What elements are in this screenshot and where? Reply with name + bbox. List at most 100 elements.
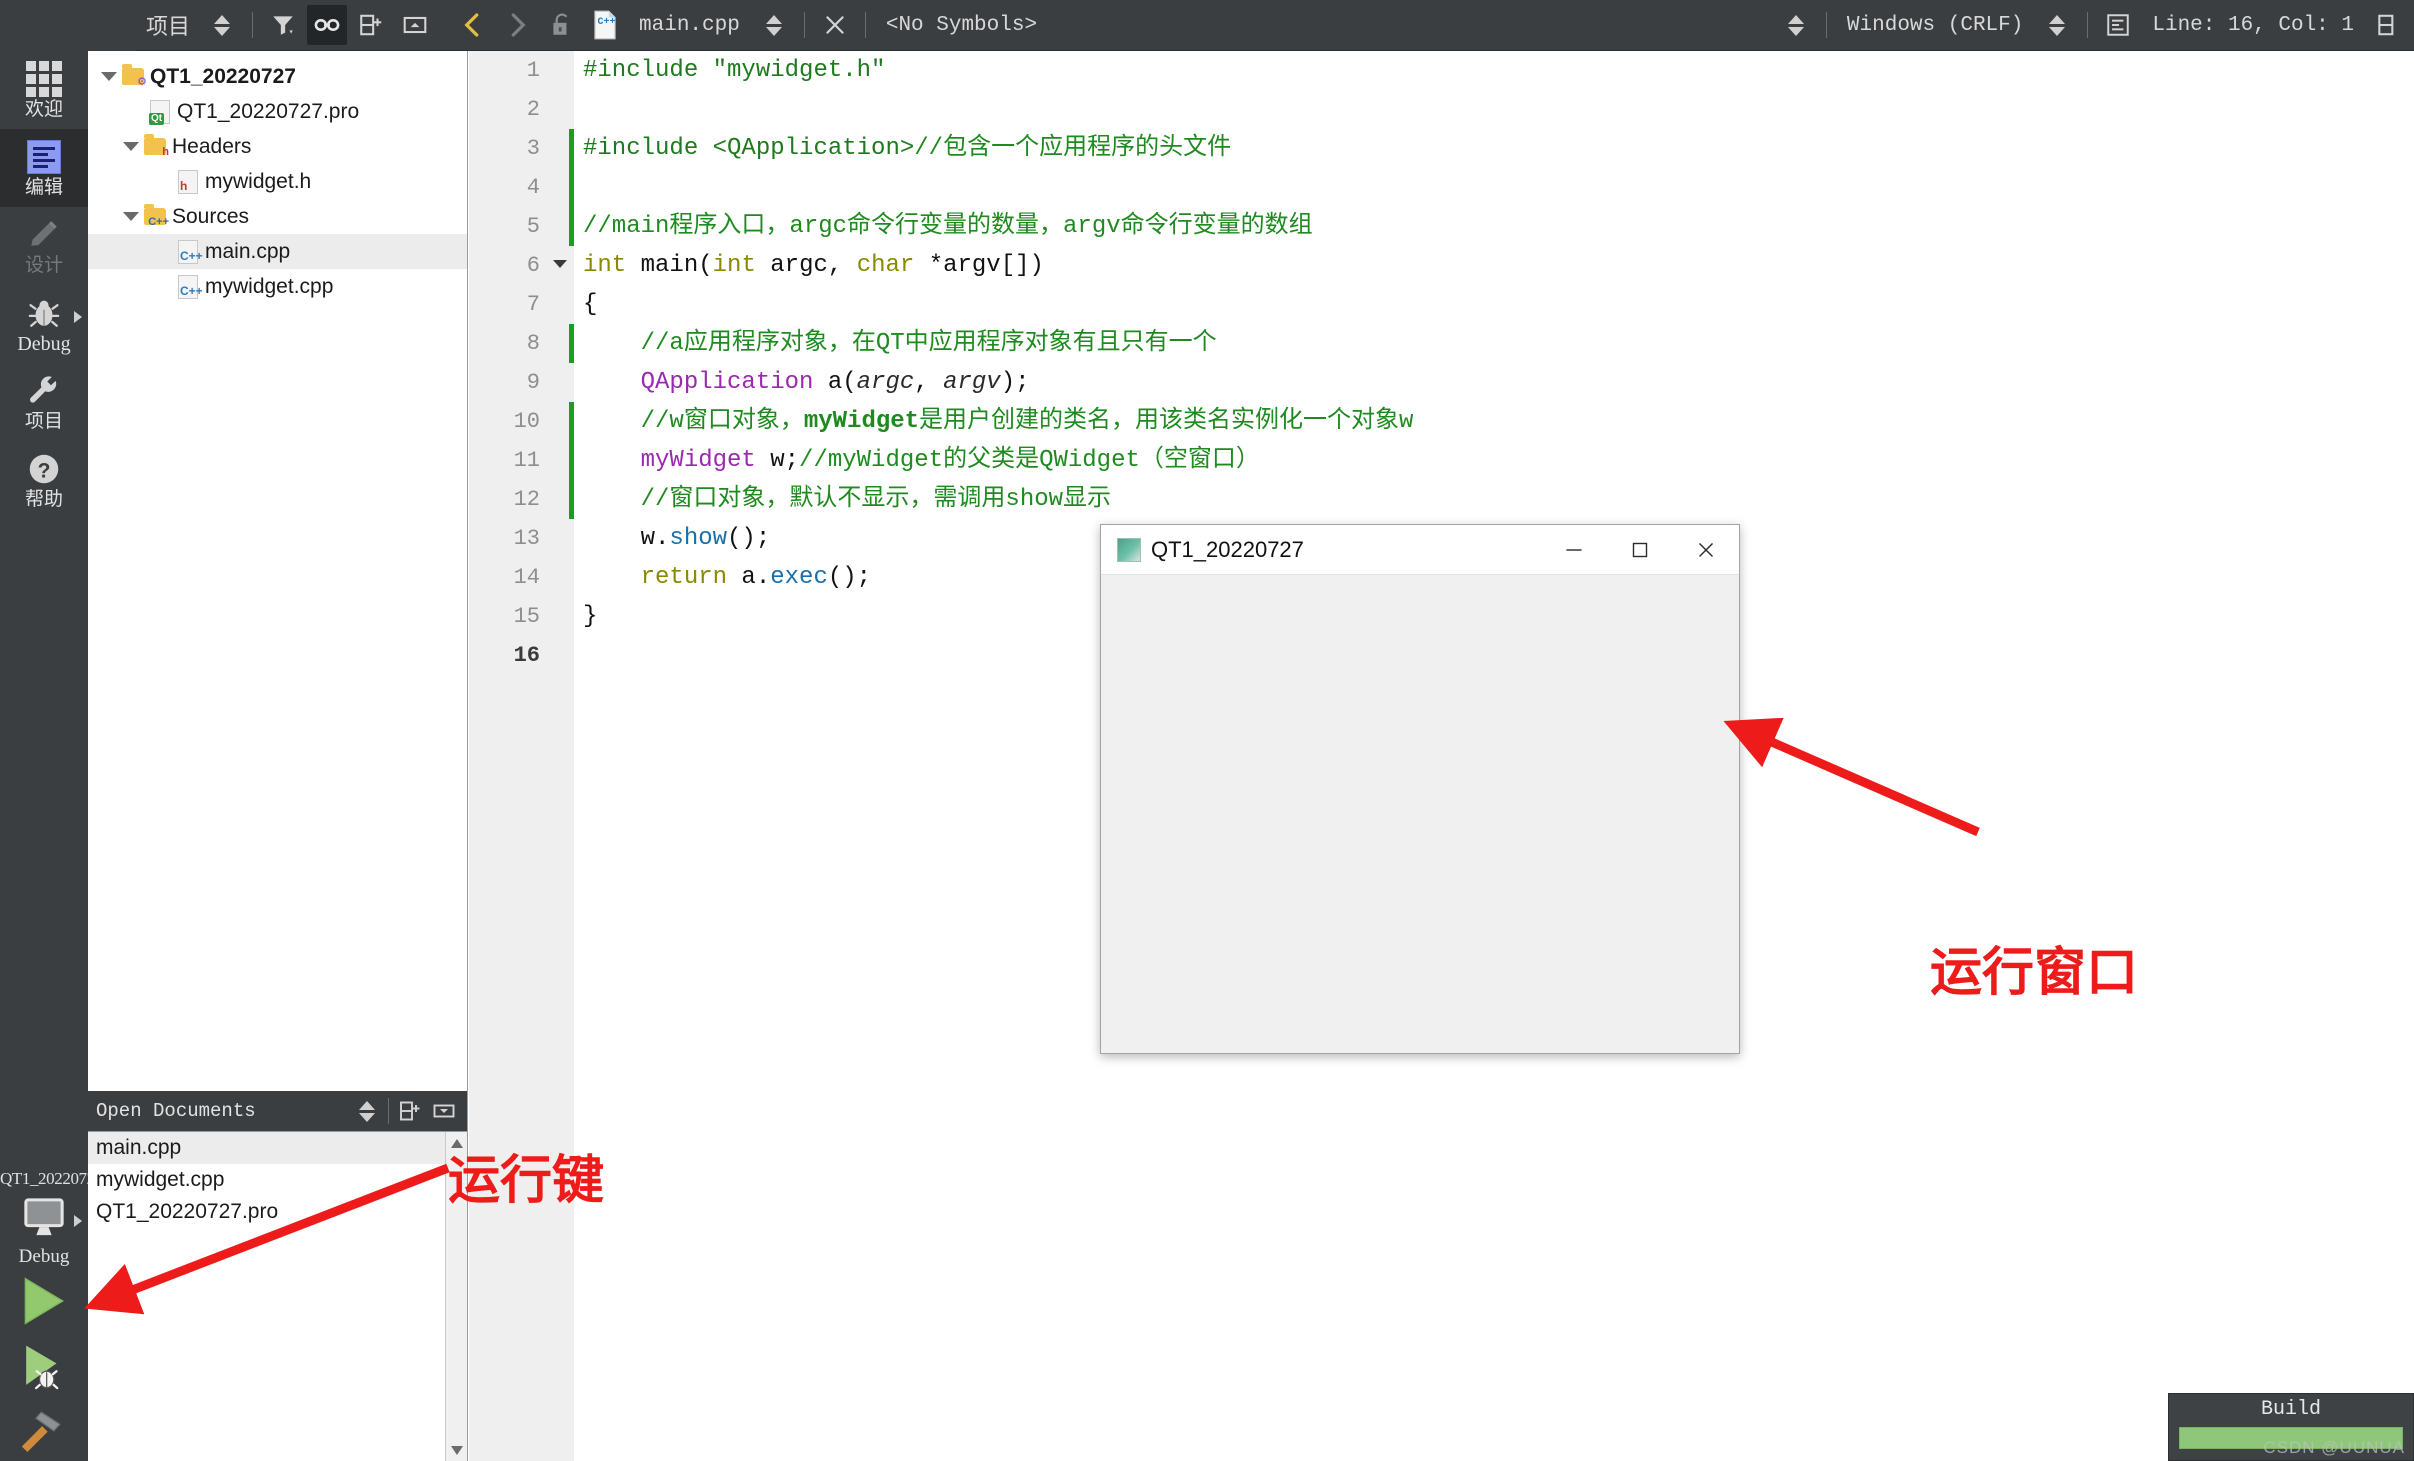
grid-icon xyxy=(26,61,62,97)
mode-label-help: 帮助 xyxy=(24,489,63,510)
mode-selector-bar: 欢迎 编辑 设计 Debug 项目 ? 帮助 QT1_20220727 Debu… xyxy=(0,51,103,1461)
code-line[interactable]: #include "mywidget.h" xyxy=(576,51,2414,90)
chevron-right-icon[interactable] xyxy=(497,5,537,45)
list-item[interactable]: main.cpp xyxy=(88,1132,467,1164)
divider xyxy=(388,1098,389,1124)
list-item[interactable]: mywidget.cpp xyxy=(88,1164,467,1196)
code-token: int xyxy=(712,252,756,279)
mode-item-welcome[interactable]: 欢迎 xyxy=(0,51,88,129)
code-token: main( xyxy=(626,252,713,279)
code-line[interactable]: //main程序入口，argc命令行变量的数量，argv命令行变量的数组 xyxy=(576,207,2414,246)
split-editor-icon[interactable] xyxy=(2368,5,2408,45)
indent-settings-icon[interactable] xyxy=(2098,5,2138,45)
collapse-icon[interactable] xyxy=(427,1094,461,1128)
kit-selector-area: QT1_20220727 Debug xyxy=(0,1169,103,1460)
line-number: 13 xyxy=(513,526,540,551)
tree-row[interactable]: C++ mywidget.cpp xyxy=(88,269,467,304)
symbols-label[interactable]: <No Symbols> xyxy=(874,14,1049,37)
code-token: (); xyxy=(827,564,872,591)
unlocked-icon[interactable] xyxy=(541,5,581,45)
line-ending-updown[interactable] xyxy=(1776,5,1816,45)
play-triangle-icon xyxy=(16,1275,72,1332)
chevron-left-icon[interactable] xyxy=(453,5,493,45)
debug-button[interactable] xyxy=(0,1338,88,1400)
mode-item-help[interactable]: ? 帮助 xyxy=(0,441,88,519)
change-marker xyxy=(569,168,574,207)
h-file-icon: h xyxy=(178,169,198,194)
tree-row[interactable]: C++ main.cpp xyxy=(88,234,467,269)
kit-target-button[interactable]: Debug xyxy=(0,1197,88,1268)
code-line[interactable]: QApplication a(argc, argv); xyxy=(576,363,2414,402)
pencil-icon xyxy=(27,217,61,253)
code-token: w; xyxy=(755,447,800,474)
svg-text:?: ? xyxy=(38,459,51,482)
code-line[interactable]: //w窗口对象，myWidget是用户创建的类名，用该类名实例化一个对象w xyxy=(576,402,2414,441)
encoding-updown[interactable] xyxy=(2037,5,2077,45)
code-token: } xyxy=(583,603,598,630)
mode-item-debug[interactable]: Debug xyxy=(0,285,88,363)
code-line[interactable]: myWidget w;//myWidget的父类是QWidget（空窗口） xyxy=(576,441,2414,480)
line-number: 15 xyxy=(513,604,540,629)
expand-caret-icon[interactable] xyxy=(96,72,122,81)
expand-caret-icon[interactable] xyxy=(118,212,144,221)
hammer-icon xyxy=(17,1404,71,1457)
expand-caret-icon[interactable] xyxy=(118,142,144,151)
project-tree: ⚙ QT1_20220727 Qt QT1_20220727.pro h Hea… xyxy=(88,51,467,304)
close-icon[interactable] xyxy=(815,5,855,45)
code-line[interactable]: //窗口对象，默认不显示，需调用show显示 xyxy=(576,480,2414,519)
build-config-label: Debug xyxy=(18,1246,70,1267)
code-line[interactable]: int main(int argc, char *argv[]) xyxy=(576,246,2414,285)
chevron-right-icon[interactable] xyxy=(74,1215,82,1227)
mode-item-edit[interactable]: 编辑 xyxy=(0,129,88,207)
line-number-gutter: 1 2 3 4 5 6 7 8 9 10 11 12 13 14 15 16 xyxy=(469,51,575,1461)
code-token: return xyxy=(640,564,728,591)
open-documents-title: Open Documents xyxy=(96,1100,256,1122)
list-item[interactable]: QT1_20220727.pro xyxy=(88,1196,467,1228)
collapse-icon[interactable] xyxy=(395,5,435,45)
run-button[interactable] xyxy=(0,1268,88,1338)
sort-updown-icon[interactable] xyxy=(350,1094,384,1128)
tree-row[interactable]: ⚙ QT1_20220727 xyxy=(88,59,467,94)
code-line[interactable]: { xyxy=(576,285,2414,324)
code-token: { xyxy=(583,291,598,318)
line-number: 6 xyxy=(469,246,574,285)
tree-row[interactable]: C++ Sources xyxy=(88,199,467,234)
line-number: 1 xyxy=(526,58,540,83)
open-documents-list: main.cpp mywidget.cpp QT1_20220727.pro xyxy=(88,1131,467,1461)
scroll-down-icon[interactable] xyxy=(446,1438,468,1461)
project-selector-label[interactable]: 项目 xyxy=(136,9,200,41)
code-line[interactable] xyxy=(576,168,2414,207)
split-add-icon[interactable] xyxy=(393,1094,427,1128)
run-window-titlebar[interactable]: QT1_20220727 xyxy=(1101,525,1739,575)
project-selector-updown[interactable] xyxy=(202,5,242,45)
code-line[interactable] xyxy=(576,90,2414,129)
link-sync-icon[interactable] xyxy=(307,5,348,45)
line-ending-label[interactable]: Windows (CRLF) xyxy=(1835,14,2035,37)
tree-row[interactable]: h Headers xyxy=(88,129,467,164)
file-selector-updown[interactable] xyxy=(754,5,794,45)
split-add-icon[interactable] xyxy=(351,5,391,45)
code-token: <QApplication> xyxy=(712,135,915,162)
mode-item-projects[interactable]: 项目 xyxy=(0,363,88,441)
current-file-label[interactable]: main.cpp xyxy=(627,14,752,37)
build-button[interactable] xyxy=(0,1400,88,1460)
tree-row[interactable]: h mywidget.h xyxy=(88,164,467,199)
filter-icon[interactable] xyxy=(263,5,303,45)
line-number: 10 xyxy=(469,402,574,441)
code-token: myWidget xyxy=(803,408,920,435)
change-marker xyxy=(569,324,574,363)
fold-arrow-icon[interactable] xyxy=(553,260,567,268)
tree-row[interactable]: Qt QT1_20220727.pro xyxy=(88,94,467,129)
mode-item-design[interactable]: 设计 xyxy=(0,207,88,285)
run-window[interactable]: QT1_20220727 xyxy=(1100,524,1740,1054)
chevron-right-icon[interactable] xyxy=(74,311,82,323)
tree-item-label: QT1_20220727 xyxy=(150,64,296,88)
code-line[interactable]: #include <QApplication>//包含一个应用程序的头文件 xyxy=(576,129,2414,168)
close-icon[interactable] xyxy=(1673,525,1739,574)
folder-headers-icon: h xyxy=(144,134,169,158)
code-token: myWidget xyxy=(640,447,756,474)
bug-icon xyxy=(27,295,61,331)
minimize-icon[interactable] xyxy=(1541,525,1607,574)
code-line[interactable]: //a应用程序对象，在QT中应用程序对象有且只有一个 xyxy=(576,324,2414,363)
maximize-icon[interactable] xyxy=(1607,525,1673,574)
